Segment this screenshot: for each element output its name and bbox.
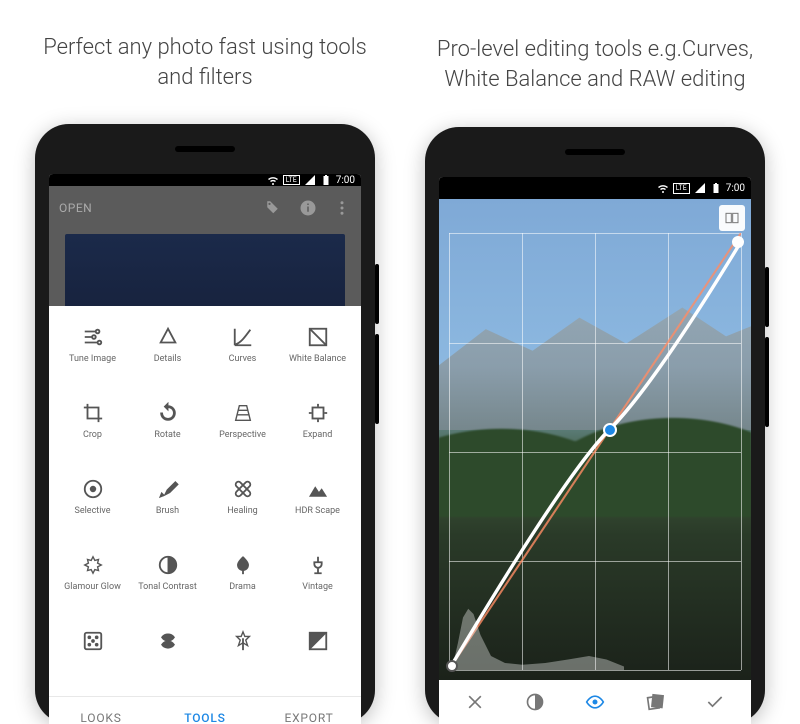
tool-label: Details (154, 354, 182, 364)
close-icon (465, 692, 485, 712)
curve-node-highlight[interactable] (732, 236, 744, 248)
network-label: LTE (283, 175, 300, 185)
tool-white-balance[interactable]: White Balance (280, 322, 355, 392)
tool-rotate[interactable]: Rotate (130, 398, 205, 468)
battery-icon (710, 182, 722, 194)
signal-icon (694, 182, 706, 194)
compare-button[interactable] (719, 205, 745, 231)
dimmed-background: OPEN (49, 186, 361, 306)
open-button[interactable]: OPEN (59, 201, 92, 215)
bottom-tabs: LOOKS TOOLS EXPORT (49, 696, 361, 724)
battery-icon (320, 174, 332, 186)
curves-toolbar (439, 680, 751, 724)
tool-label: Brush (156, 506, 179, 516)
tool-label: Glamour Glow (64, 582, 121, 592)
tools-panel: Tune Image Details Curves White Balance … (49, 306, 361, 724)
tool-brush[interactable]: Brush (130, 474, 205, 544)
tool-label: White Balance (289, 354, 346, 364)
tool-glamour-glow[interactable]: Glamour Glow (55, 550, 130, 620)
tool-label: Tune Image (69, 354, 116, 364)
cards-icon (645, 692, 665, 712)
tool-hdr-scape[interactable]: HDR Scape (280, 474, 355, 544)
tool-label: Tonal Contrast (138, 582, 197, 592)
confirm-button[interactable] (685, 692, 745, 712)
tool-label: Vintage (302, 582, 333, 592)
tool-label: Curves (229, 354, 257, 364)
cancel-button[interactable] (445, 692, 505, 712)
tool-retrolux[interactable] (130, 626, 205, 696)
tool-label: Perspective (219, 430, 266, 440)
tab-tools[interactable]: TOOLS (153, 697, 257, 724)
tool-label: Healing (227, 506, 258, 516)
tool-grunge[interactable] (205, 626, 280, 696)
promo-column-right: Pro-level editing tools e.g.Curves, Whit… (415, 20, 775, 724)
caption-left: Perfect any photo fast using tools and f… (25, 20, 385, 106)
channel-luminance-button[interactable] (505, 692, 565, 712)
curves-canvas[interactable] (449, 233, 741, 670)
curve-node-mid[interactable] (603, 423, 617, 437)
tool-label: Drama (229, 582, 255, 592)
tool-crop[interactable]: Crop (55, 398, 130, 468)
tool-grainy-film[interactable] (55, 626, 130, 696)
tab-looks[interactable]: LOOKS (49, 697, 153, 724)
tool-tonal-contrast[interactable]: Tonal Contrast (130, 550, 205, 620)
phone-frame-right: LTE 7:00 (425, 127, 765, 724)
eye-icon (585, 692, 605, 712)
preview-button[interactable] (565, 692, 625, 712)
curve-node-shadow[interactable] (446, 660, 458, 672)
contrast-icon (525, 692, 545, 712)
wifi-icon (657, 182, 669, 194)
tool-healing[interactable]: Healing (205, 474, 280, 544)
network-label: LTE (673, 183, 690, 193)
compare-icon (724, 210, 740, 226)
promo-column-left: Perfect any photo fast using tools and f… (25, 20, 385, 724)
info-icon[interactable] (299, 199, 317, 217)
curves-editor[interactable] (439, 199, 751, 680)
tool-tune-image[interactable]: Tune Image (55, 322, 130, 392)
wifi-icon (267, 174, 279, 186)
tab-export[interactable]: EXPORT (257, 697, 361, 724)
signal-icon (304, 174, 316, 186)
clock: 7:00 (726, 183, 745, 194)
check-icon (705, 692, 725, 712)
tool-perspective[interactable]: Perspective (205, 398, 280, 468)
caption-right: Pro-level editing tools e.g.Curves, Whit… (415, 20, 775, 109)
tool-label: Crop (83, 430, 102, 440)
tool-label: Rotate (154, 430, 180, 440)
tool-bw[interactable] (280, 626, 355, 696)
tool-label: Selective (75, 506, 111, 516)
tool-label: HDR Scape (295, 506, 340, 516)
overflow-menu-icon[interactable] (333, 199, 351, 217)
clock: 7:00 (336, 175, 355, 186)
styles-icon[interactable] (265, 199, 283, 217)
tool-curves[interactable]: Curves (205, 322, 280, 392)
status-bar: LTE 7:00 (439, 177, 751, 199)
tool-drama[interactable]: Drama (205, 550, 280, 620)
tool-expand[interactable]: Expand (280, 398, 355, 468)
tool-label: Expand (303, 430, 333, 440)
styles-button[interactable] (625, 692, 685, 712)
histogram (449, 600, 624, 670)
phone-frame-left: LTE 7:00 OPEN (35, 124, 375, 724)
status-bar: LTE 7:00 (49, 174, 361, 186)
tools-grid: Tune Image Details Curves White Balance … (49, 306, 361, 696)
tool-vintage[interactable]: Vintage (280, 550, 355, 620)
tool-details[interactable]: Details (130, 322, 205, 392)
tool-selective[interactable]: Selective (55, 474, 130, 544)
